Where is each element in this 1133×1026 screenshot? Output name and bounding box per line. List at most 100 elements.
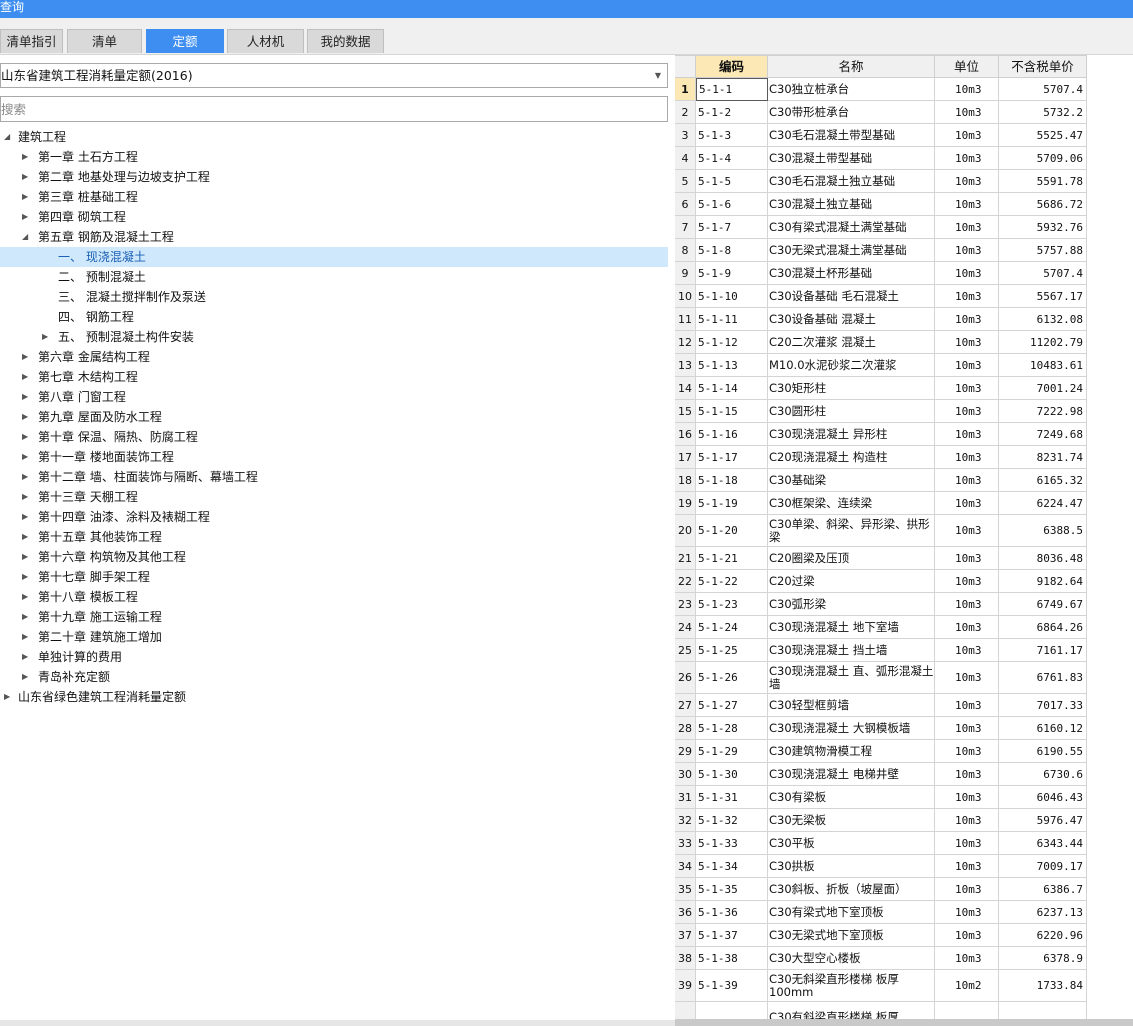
tree-node[interactable]: ▶ 第十二章 墙、柱面装饰与隔断、幕墙工程: [0, 467, 668, 487]
tree-node[interactable]: ▶ 第八章 门窗工程: [0, 387, 668, 407]
table-row[interactable]: 1 5-1-1 C30独立桩承台 10m3 5707.4: [675, 78, 1133, 101]
collapsed-triangle-icon[interactable]: ▶: [22, 647, 28, 667]
header-code[interactable]: 编码: [696, 55, 768, 78]
table-row[interactable]: 36 5-1-36 C30有梁式地下室顶板 10m3 6237.13: [675, 901, 1133, 924]
table-row[interactable]: 5 5-1-5 C30毛石混凝土独立基础 10m3 5591.78: [675, 170, 1133, 193]
collapsed-triangle-icon[interactable]: ▶: [42, 327, 48, 347]
table-row[interactable]: 34 5-1-34 C30拱板 10m3 7009.17: [675, 855, 1133, 878]
tree-node[interactable]: 四、 钢筋工程: [0, 307, 668, 327]
tab-bill-guide[interactable]: 清单指引: [0, 29, 63, 53]
tree-node[interactable]: 二、 预制混凝土: [0, 267, 668, 287]
search-input[interactable]: [0, 96, 668, 122]
table-row[interactable]: 8 5-1-8 C30无梁式混凝土满堂基础 10m3 5757.88: [675, 239, 1133, 262]
header-name[interactable]: 名称: [768, 55, 935, 78]
collapsed-triangle-icon[interactable]: ▶: [22, 407, 28, 427]
expanded-triangle-icon[interactable]: ◢: [22, 227, 28, 247]
table-row[interactable]: 10 5-1-10 C30设备基础 毛石混凝土 10m3 5567.17: [675, 285, 1133, 308]
tab-labor-material-machine[interactable]: 人材机: [227, 29, 304, 53]
tree-node[interactable]: ▶ 第十七章 脚手架工程: [0, 567, 668, 587]
collapsed-triangle-icon[interactable]: ▶: [22, 527, 28, 547]
tab-my-data[interactable]: 我的数据: [307, 29, 384, 53]
table-row[interactable]: 25 5-1-25 C30现浇混凝土 挡土墙 10m3 7161.17: [675, 639, 1133, 662]
expanded-triangle-icon[interactable]: ◢: [4, 127, 10, 147]
table-row[interactable]: 33 5-1-33 C30平板 10m3 6343.44: [675, 832, 1133, 855]
table-row[interactable]: 3 5-1-3 C30毛石混凝土带型基础 10m3 5525.47: [675, 124, 1133, 147]
table-row[interactable]: 7 5-1-7 C30有梁式混凝土满堂基础 10m3 5932.76: [675, 216, 1133, 239]
table-row[interactable]: 26 5-1-26 C30现浇混凝土 直、弧形混凝土墙 10m3 6761.83: [675, 662, 1133, 694]
tree-node[interactable]: ▶ 第十五章 其他装饰工程: [0, 527, 668, 547]
tree-node[interactable]: ▶ 第十九章 施工运输工程: [0, 607, 668, 627]
table-row[interactable]: 27 5-1-27 C30轻型框剪墙 10m3 7017.33: [675, 694, 1133, 717]
tree-node[interactable]: ▶ 第十章 保温、隔热、防腐工程: [0, 427, 668, 447]
tree-node[interactable]: ▶ 第十一章 楼地面装饰工程: [0, 447, 668, 467]
tree-node[interactable]: ▶ 第六章 金属结构工程: [0, 347, 668, 367]
table-row[interactable]: 35 5-1-35 C30斜板、折板（坡屋面） 10m3 6386.7: [675, 878, 1133, 901]
horizontal-scrollbar[interactable]: [675, 1019, 1133, 1026]
tab-quota[interactable]: 定额: [146, 29, 224, 53]
table-row[interactable]: 17 5-1-17 C20现浇混凝土 构造柱 10m3 8231.74: [675, 446, 1133, 469]
table-row[interactable]: 15 5-1-15 C30圆形柱 10m3 7222.98: [675, 400, 1133, 423]
table-row[interactable]: 39 5-1-39 C30无斜梁直形楼梯 板厚100mm 10m2 1733.84: [675, 970, 1133, 1002]
header-unit[interactable]: 单位: [935, 55, 999, 78]
tree-node[interactable]: ◢ 建筑工程: [0, 127, 668, 147]
collapsed-triangle-icon[interactable]: ▶: [22, 167, 28, 187]
table-row[interactable]: 6 5-1-6 C30混凝土独立基础 10m3 5686.72: [675, 193, 1133, 216]
collapsed-triangle-icon[interactable]: ▶: [22, 367, 28, 387]
table-row[interactable]: 31 5-1-31 C30有梁板 10m3 6046.43: [675, 786, 1133, 809]
tree-node[interactable]: 三、 混凝土搅拌制作及泵送: [0, 287, 668, 307]
collapsed-triangle-icon[interactable]: ▶: [22, 627, 28, 647]
tree-node[interactable]: ▶ 第七章 木结构工程: [0, 367, 668, 387]
table-row[interactable]: 32 5-1-32 C30无梁板 10m3 5976.47: [675, 809, 1133, 832]
table-row[interactable]: C30有斜梁直形楼梯 板厚: [675, 1002, 1133, 1020]
header-price[interactable]: 不含税单价: [999, 55, 1087, 78]
table-row[interactable]: 22 5-1-22 C20过梁 10m3 9182.64: [675, 570, 1133, 593]
table-row[interactable]: 12 5-1-12 C20二次灌浆 混凝土 10m3 11202.79: [675, 331, 1133, 354]
tree-node[interactable]: ▶ 第十六章 构筑物及其他工程: [0, 547, 668, 567]
table-row[interactable]: 28 5-1-28 C30现浇混凝土 大钢模板墙 10m3 6160.12: [675, 717, 1133, 740]
table-row[interactable]: 13 5-1-13 M10.0水泥砂浆二次灌浆 10m3 10483.61: [675, 354, 1133, 377]
tree-node[interactable]: ▶ 第十四章 油漆、涂料及裱糊工程: [0, 507, 668, 527]
table-row[interactable]: 20 5-1-20 C30单梁、斜梁、异形梁、拱形梁 10m3 6388.5: [675, 515, 1133, 547]
collapsed-triangle-icon[interactable]: ▶: [4, 687, 10, 707]
table-row[interactable]: 21 5-1-21 C20圈梁及压顶 10m3 8036.48: [675, 547, 1133, 570]
tree-node[interactable]: ▶ 第三章 桩基础工程: [0, 187, 668, 207]
collapsed-triangle-icon[interactable]: ▶: [22, 587, 28, 607]
table-row[interactable]: 14 5-1-14 C30矩形柱 10m3 7001.24: [675, 377, 1133, 400]
collapsed-triangle-icon[interactable]: ▶: [22, 487, 28, 507]
table-row[interactable]: 9 5-1-9 C30混凝土杯形基础 10m3 5707.4: [675, 262, 1133, 285]
table-row[interactable]: 16 5-1-16 C30现浇混凝土 异形柱 10m3 7249.68: [675, 423, 1133, 446]
tree-node[interactable]: ▶ 青岛补充定额: [0, 667, 668, 687]
table-row[interactable]: 30 5-1-30 C30现浇混凝土 电梯井壁 10m3 6730.6: [675, 763, 1133, 786]
tree-node[interactable]: ▶ 第二章 地基处理与边坡支护工程: [0, 167, 668, 187]
tree-node[interactable]: ▶ 第二十章 建筑施工增加: [0, 627, 668, 647]
tree-node[interactable]: ▶ 第十八章 模板工程: [0, 587, 668, 607]
table-row[interactable]: 4 5-1-4 C30混凝土带型基础 10m3 5709.06: [675, 147, 1133, 170]
table-row[interactable]: 18 5-1-18 C30基础梁 10m3 6165.32: [675, 469, 1133, 492]
collapsed-triangle-icon[interactable]: ▶: [22, 347, 28, 367]
table-row[interactable]: 37 5-1-37 C30无梁式地下室顶板 10m3 6220.96: [675, 924, 1133, 947]
table-row[interactable]: 38 5-1-38 C30大型空心楼板 10m3 6378.9: [675, 947, 1133, 970]
tree-node[interactable]: ▶ 第四章 砌筑工程: [0, 207, 668, 227]
collapsed-triangle-icon[interactable]: ▶: [22, 467, 28, 487]
table-row[interactable]: 11 5-1-11 C30设备基础 混凝土 10m3 6132.08: [675, 308, 1133, 331]
table-row[interactable]: 19 5-1-19 C30框架梁、连续梁 10m3 6224.47: [675, 492, 1133, 515]
collapsed-triangle-icon[interactable]: ▶: [22, 207, 28, 227]
collapsed-triangle-icon[interactable]: ▶: [22, 187, 28, 207]
table-row[interactable]: 2 5-1-2 C30带形桩承台 10m3 5732.2: [675, 101, 1133, 124]
collapsed-triangle-icon[interactable]: ▶: [22, 447, 28, 467]
tree-node[interactable]: ▶ 单独计算的费用: [0, 647, 668, 667]
tree-node[interactable]: ▶ 第十三章 天棚工程: [0, 487, 668, 507]
collapsed-triangle-icon[interactable]: ▶: [22, 607, 28, 627]
quota-library-select[interactable]: 山东省建筑工程消耗量定额(2016) ▼: [0, 63, 668, 88]
collapsed-triangle-icon[interactable]: ▶: [22, 547, 28, 567]
chevron-down-icon[interactable]: ▼: [655, 64, 661, 87]
tree-node[interactable]: 一、 现浇混凝土: [0, 247, 668, 267]
tab-bill[interactable]: 清单: [67, 29, 142, 53]
collapsed-triangle-icon[interactable]: ▶: [22, 667, 28, 687]
tree-node[interactable]: ▶ 山东省绿色建筑工程消耗量定额: [0, 687, 668, 707]
collapsed-triangle-icon[interactable]: ▶: [22, 507, 28, 527]
table-row[interactable]: 29 5-1-29 C30建筑物滑模工程 10m3 6190.55: [675, 740, 1133, 763]
tree-node[interactable]: ◢ 第五章 钢筋及混凝土工程: [0, 227, 668, 247]
tree-node[interactable]: ▶ 第九章 屋面及防水工程: [0, 407, 668, 427]
tree-node[interactable]: ▶ 五、 预制混凝土构件安装: [0, 327, 668, 347]
